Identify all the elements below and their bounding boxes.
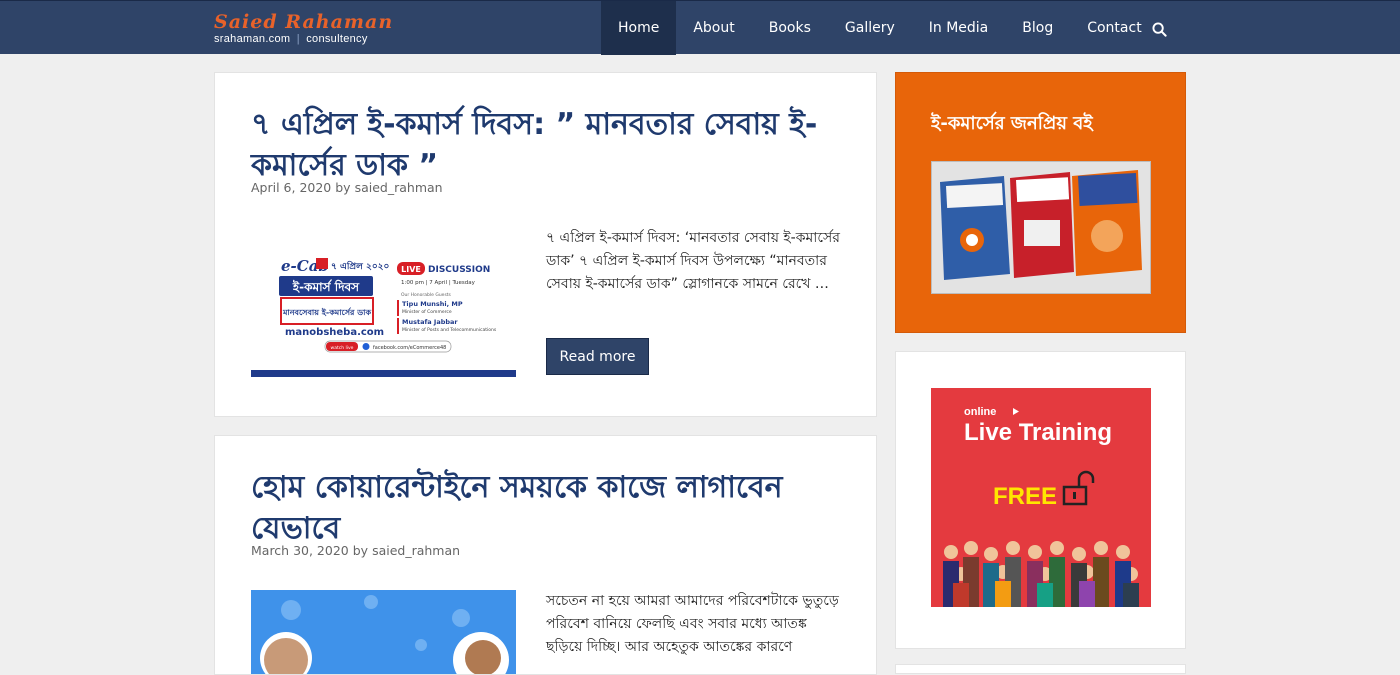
nav-about-label: About	[693, 20, 735, 36]
nav-gallery[interactable]: Gallery	[828, 1, 912, 55]
thumb-banner-sub: মানবসেবায় ই-কমার্সের ডাক	[282, 307, 371, 317]
nav-home-label: Home	[618, 20, 660, 36]
nav-gallery-label: Gallery	[844, 20, 895, 36]
thumb-date-badge: ৭ এপ্রিল ২০২০	[331, 260, 390, 272]
books-image[interactable]	[931, 161, 1151, 294]
thumb-guest2-role: Minister of Posts and Telecommunications	[402, 327, 497, 333]
thumb-facebook: facebook.com/eCommerce48	[373, 345, 446, 351]
nav-home[interactable]: Home	[601, 1, 677, 55]
site-header: Saied Rahaman srahaman.com | consultency…	[0, 0, 1400, 55]
nav-books[interactable]: Books	[752, 1, 828, 55]
post-date[interactable]: March 30, 2020	[251, 543, 349, 558]
post-title[interactable]: ৭ এপ্রিল ই-কমার্স দিবস: ” মানবতার সেবায়…	[251, 104, 821, 186]
post-meta: March 30, 2020 by saied_rahman	[251, 543, 460, 558]
thumb-live: LIVE	[401, 265, 421, 274]
training-graphic: online Live Training FREE	[931, 388, 1151, 607]
site-logo[interactable]: Saied Rahaman srahaman.com | consultency	[214, 11, 394, 51]
training-free: FREE	[993, 483, 1057, 510]
post-thumbnail[interactable]: e-Cab ৭ এপ্রিল ২০২০ ই-কমার্স দিবস মানবসে…	[251, 238, 516, 377]
post-excerpt: সচেতন না হয়ে আমরা আমাদের পরিবেশটাকে ভুত…	[546, 593, 839, 655]
training-title: Live Training	[964, 419, 1112, 446]
next-widget	[895, 664, 1186, 674]
thumb-guest2-name: Mustafa Jabbar	[402, 318, 458, 326]
nav-contact-label: Contact	[1087, 20, 1142, 36]
search-button[interactable]	[1146, 16, 1172, 42]
post-thumbnail[interactable]	[251, 590, 516, 674]
post-author[interactable]: saied_rahman	[355, 180, 443, 195]
nav-blog-label: Blog	[1022, 20, 1054, 36]
thumb-banner-title: ই-কমার্স দিবস	[292, 279, 360, 294]
logo-tagline: consultency	[306, 33, 368, 45]
training-widget: online Live Training FREE	[895, 351, 1186, 649]
post-date[interactable]: April 6, 2020	[251, 180, 331, 195]
post-title[interactable]: হোম কোয়ারেন্টাইনে সময়কে কাজে লাগাবেন য…	[251, 467, 821, 549]
post-author[interactable]: saied_rahman	[372, 543, 460, 558]
main-nav: Home About Books Gallery In Media Blog C…	[601, 1, 1159, 55]
books-widget-title: ই-কমার্সের জনপ্রিয় বই	[931, 113, 1093, 134]
logo-subtitle: srahaman.com | consultency	[214, 33, 368, 45]
logo-site: srahaman.com	[214, 33, 291, 45]
nav-blog[interactable]: Blog	[1005, 1, 1070, 55]
training-banner[interactable]: online Live Training FREE	[931, 388, 1151, 607]
search-icon	[1151, 21, 1167, 37]
post-excerpt: ৭ এপ্রিল ই-কমার্স দিবস: ‘মানবতার সেবায় …	[546, 230, 840, 292]
thumb-schedule: 1:00 pm | 7 April | Tuesday	[401, 280, 476, 286]
nav-in-media-label: In Media	[928, 20, 989, 36]
thumbnail-graphic: e-Cab ৭ এপ্রিল ২০২০ ই-কমার্স দিবস মানবসে…	[251, 238, 516, 377]
thumb-guest1-role: Minister of Commerce	[402, 309, 452, 315]
thumb-guest1-name: Tipu Munshi, MP	[402, 300, 463, 308]
thumbnail-graphic	[251, 590, 516, 674]
post-by: by	[352, 543, 369, 558]
nav-about[interactable]: About	[676, 1, 751, 55]
logo-name: Saied Rahaman	[214, 11, 394, 33]
training-online: online	[964, 406, 996, 418]
nav-in-media[interactable]: In Media	[912, 1, 1006, 55]
post-card: হোম কোয়ারেন্টাইনে সময়কে কাজে লাগাবেন য…	[214, 435, 877, 675]
thumb-watch: watch live	[331, 345, 354, 351]
books-graphic	[932, 162, 1150, 293]
thumb-site: manobsheba.com	[285, 327, 384, 338]
post-by: by	[335, 180, 351, 195]
thumb-discussion: DISCUSSION	[428, 265, 490, 275]
post-meta: April 6, 2020 by saied_rahman	[251, 180, 443, 195]
nav-books-label: Books	[768, 20, 811, 36]
post-card: ৭ এপ্রিল ই-কমার্স দিবস: ” মানবতার সেবায়…	[214, 72, 877, 417]
read-more-button[interactable]: Read more	[546, 338, 649, 375]
thumb-guests-label: Our Honorable Guests	[401, 292, 452, 298]
books-widget: ই-কমার্সের জনপ্রিয় বই	[895, 72, 1186, 333]
